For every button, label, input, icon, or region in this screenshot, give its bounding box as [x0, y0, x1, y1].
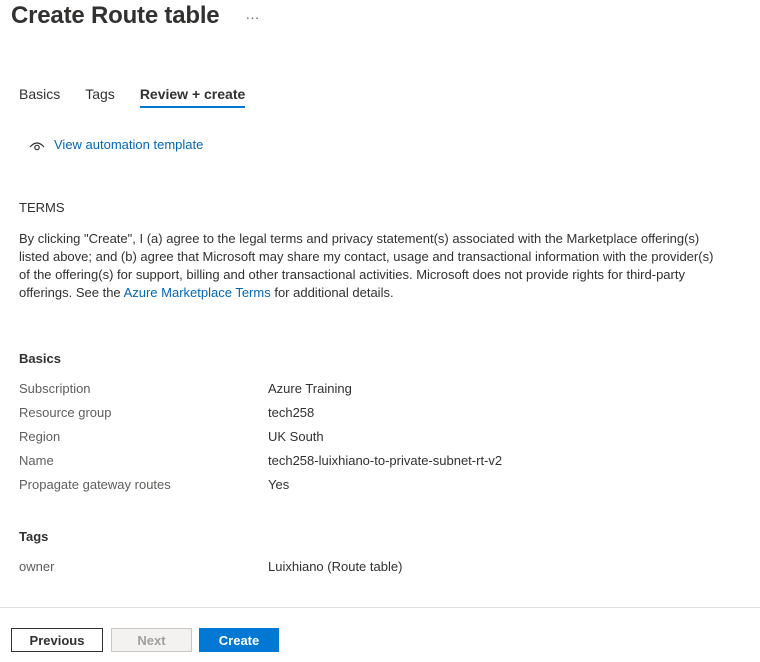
- summary-value: tech258: [268, 405, 315, 420]
- tab-bar: Basics Tags Review + create: [19, 86, 270, 108]
- tags-heading: Tags: [19, 529, 49, 544]
- tab-tags[interactable]: Tags: [85, 86, 115, 108]
- terms-text: By clicking "Create", I (a) agree to the…: [19, 230, 719, 302]
- more-options-button[interactable]: ···: [245, 8, 259, 24]
- view-automation-template-label: View automation template: [54, 137, 204, 152]
- azure-marketplace-terms-link[interactable]: Azure Marketplace Terms: [124, 285, 271, 300]
- summary-row-subscription: Subscription Azure Training: [19, 381, 739, 399]
- summary-key: Resource group: [19, 405, 112, 420]
- summary-key: Region: [19, 429, 61, 444]
- summary-key: Subscription: [19, 381, 91, 396]
- summary-value: Yes: [268, 477, 290, 492]
- terms-text-after: for additional details.: [270, 285, 394, 300]
- summary-row-name: Name tech258-luixhiano-to-private-subnet…: [19, 453, 739, 471]
- terms-heading: TERMS: [19, 200, 65, 215]
- footer-divider: [0, 607, 760, 608]
- title-row: Create Route table ···: [11, 2, 259, 30]
- summary-row-owner: owner Luixhiano (Route table): [19, 559, 739, 577]
- summary-key: Name: [19, 453, 54, 468]
- summary-value: Luixhiano (Route table): [268, 559, 403, 574]
- basics-heading: Basics: [19, 351, 61, 366]
- summary-row-propagate-gateway-routes: Propagate gateway routes Yes: [19, 477, 739, 495]
- summary-row-resource-group: Resource group tech258: [19, 405, 739, 423]
- summary-key: owner: [19, 559, 55, 574]
- next-button[interactable]: Next: [111, 628, 192, 652]
- eye-icon: [29, 139, 45, 151]
- summary-value: Azure Training: [268, 381, 352, 396]
- tab-basics[interactable]: Basics: [19, 86, 60, 108]
- summary-value: UK South: [268, 429, 324, 444]
- tab-review-create[interactable]: Review + create: [139, 86, 246, 108]
- view-automation-template-link[interactable]: View automation template: [29, 137, 203, 152]
- page-title: Create Route table: [11, 2, 220, 29]
- summary-value: tech258-luixhiano-to-private-subnet-rt-v…: [268, 453, 503, 468]
- create-button[interactable]: Create: [199, 628, 279, 652]
- previous-button[interactable]: Previous: [11, 628, 103, 652]
- summary-row-region: Region UK South: [19, 429, 739, 447]
- summary-key: Propagate gateway routes: [19, 477, 171, 492]
